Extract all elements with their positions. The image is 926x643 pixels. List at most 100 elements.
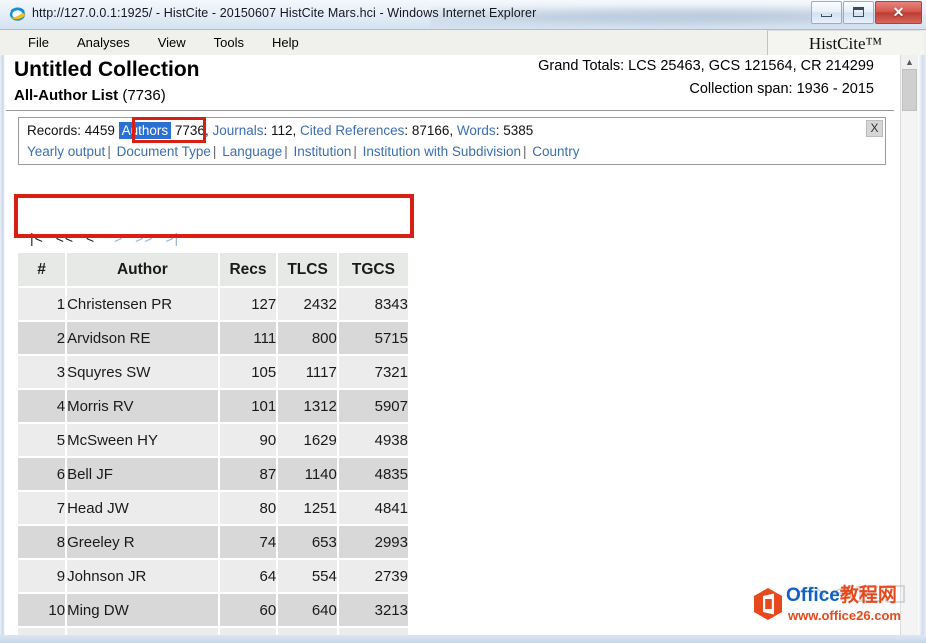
- words-link[interactable]: Words: [457, 123, 496, 138]
- menu-item-help[interactable]: Help: [258, 30, 313, 55]
- cell-recs: 80: [218, 491, 279, 526]
- authors-value: 7736,: [174, 123, 209, 138]
- cell-tlcs: 1629: [277, 423, 339, 458]
- cell-rank: 5: [18, 423, 68, 458]
- table-row[interactable]: 1 Christensen PR 127 2432 8343: [18, 287, 411, 322]
- link-language[interactable]: Language: [222, 144, 282, 159]
- cell-tlcs: 1312: [277, 389, 339, 424]
- cited-references-link[interactable]: Cited References: [300, 123, 404, 138]
- maximize-icon: [853, 7, 864, 17]
- column-header-rank[interactable]: #: [18, 253, 68, 288]
- table-row[interactable]: 2 Arvidson RE 111 800 5715: [18, 321, 411, 356]
- pager-prev-block[interactable]: <<: [56, 230, 74, 246]
- cell-rank: 4: [18, 389, 68, 424]
- cell-tgcs: 4841: [337, 491, 411, 526]
- cell-author[interactable]: Greeley R: [66, 525, 220, 560]
- table-row[interactable]: 3 Squyres SW 105 1117 7321: [18, 355, 411, 390]
- table-row[interactable]: 10 Ming DW 60 640 3213: [18, 593, 411, 628]
- window-bottom-edge: [0, 635, 926, 643]
- cell-tgcs: 8343: [337, 287, 411, 322]
- link-country[interactable]: Country: [532, 144, 579, 159]
- table-row[interactable]: 5 McSween HY 90 1629 4938: [18, 423, 411, 458]
- menu-item-file[interactable]: File: [14, 30, 63, 55]
- cell-author[interactable]: Arvidson RE: [66, 321, 220, 356]
- panel-close-button[interactable]: X: [866, 120, 883, 137]
- cell-tlcs: 653: [277, 525, 339, 560]
- cell-rank: 1: [18, 287, 68, 322]
- cell-recs: 105: [218, 355, 279, 390]
- cell-author[interactable]: McSween HY: [66, 423, 220, 458]
- maximize-button[interactable]: [843, 1, 874, 24]
- grand-totals: Grand Totals: LCS 25463, GCS 121564, CR …: [538, 58, 874, 74]
- pager-next[interactable]: >: [114, 230, 123, 246]
- menu-item-view[interactable]: View: [144, 30, 200, 55]
- column-header-recs[interactable]: Recs: [218, 253, 279, 288]
- link-document-type[interactable]: Document Type: [117, 144, 211, 159]
- menu-item-tools[interactable]: Tools: [200, 30, 258, 55]
- cell-tlcs: 1117: [277, 355, 339, 390]
- scroll-up-arrow-icon[interactable]: ▲: [901, 55, 918, 69]
- collection-title: Untitled Collection: [14, 58, 200, 81]
- cell-rank: 6: [18, 457, 68, 492]
- cell-author[interactable]: Christensen PR: [66, 287, 220, 322]
- column-header-author[interactable]: Author: [66, 253, 220, 288]
- records-value: 4459: [84, 123, 115, 138]
- menu-item-analyses[interactable]: Analyses: [63, 30, 144, 55]
- cell-author[interactable]: Head JW: [66, 491, 220, 526]
- table-header-row: # Author Recs TLCS TGCS: [18, 253, 411, 288]
- table-body: 1 Christensen PR 127 2432 8343 2 Arvidso…: [18, 287, 411, 643]
- table-row[interactable]: 7 Head JW 80 1251 4841: [18, 491, 411, 526]
- internet-explorer-icon: [9, 6, 26, 23]
- link-institution-with-subdivision[interactable]: Institution with Subdivision: [363, 144, 521, 159]
- authors-link[interactable]: Authors: [118, 122, 172, 139]
- cell-tgcs: 3213: [337, 593, 411, 628]
- pager-prev[interactable]: <: [86, 230, 95, 246]
- cell-author[interactable]: Squyres SW: [66, 355, 220, 390]
- cell-author[interactable]: Johnson JR: [66, 559, 220, 594]
- authors-table-container: # Author Recs TLCS TGCS 1 Christensen PR…: [18, 253, 411, 643]
- link-yearly-output[interactable]: Yearly output: [27, 144, 105, 159]
- table-row[interactable]: 6 Bell JF 87 1140 4835: [18, 457, 411, 492]
- table-row[interactable]: 9 Johnson JR 64 554 2739: [18, 559, 411, 594]
- office-logo-icon: [752, 587, 784, 621]
- link-separator: |: [353, 144, 357, 159]
- link-separator: |: [522, 144, 527, 159]
- cell-recs: 127: [218, 287, 279, 322]
- cell-tgcs: 4938: [337, 423, 411, 458]
- header-divider: [6, 110, 894, 111]
- cell-author[interactable]: Bell JF: [66, 457, 220, 492]
- cell-rank: 10: [18, 593, 68, 628]
- watermark-url: www.office26.com: [788, 608, 901, 623]
- column-header-tgcs[interactable]: TGCS: [337, 253, 411, 288]
- cell-rank: 3: [18, 355, 68, 390]
- authors-table: # Author Recs TLCS TGCS 1 Christensen PR…: [18, 253, 411, 643]
- link-institution[interactable]: Institution: [294, 144, 352, 159]
- pagination-controls: |< << < > >> >|: [30, 230, 179, 246]
- vertical-scrollbar[interactable]: ▲: [900, 55, 918, 643]
- table-row[interactable]: 8 Greeley R 74 653 2993: [18, 525, 411, 560]
- pager-first[interactable]: |<: [30, 230, 44, 246]
- close-button[interactable]: ✕: [875, 1, 922, 24]
- cell-tgcs: 5715: [337, 321, 411, 356]
- browser-window: http://127.0.0.1:1925/ - HistCite - 2015…: [0, 0, 926, 643]
- scrollbar-thumb[interactable]: [902, 69, 917, 111]
- column-header-tlcs[interactable]: TLCS: [277, 253, 339, 288]
- menu-bar: File Analyses View Tools Help HistCite™: [0, 30, 926, 56]
- pager-last[interactable]: >|: [165, 230, 179, 246]
- list-subtitle-count: (7736): [122, 87, 166, 104]
- cell-author[interactable]: Ming DW: [66, 593, 220, 628]
- cell-recs: 64: [218, 559, 279, 594]
- cell-tlcs: 1251: [277, 491, 339, 526]
- watermark: Office教程网 www.office26.com: [750, 581, 920, 631]
- cell-author[interactable]: Morris RV: [66, 389, 220, 424]
- cell-recs: 87: [218, 457, 279, 492]
- title-bar: http://127.0.0.1:1925/ - HistCite - 2015…: [0, 0, 926, 30]
- collection-span: Collection span: 1936 - 2015: [689, 81, 874, 97]
- pager-next-block[interactable]: >>: [135, 230, 153, 246]
- cell-tlcs: 2432: [277, 287, 339, 322]
- minimize-button[interactable]: [811, 1, 842, 24]
- cell-tgcs: 4835: [337, 457, 411, 492]
- table-head: # Author Recs TLCS TGCS: [18, 253, 411, 288]
- journals-link[interactable]: Journals: [212, 123, 263, 138]
- table-row[interactable]: 4 Morris RV 101 1312 5907: [18, 389, 411, 424]
